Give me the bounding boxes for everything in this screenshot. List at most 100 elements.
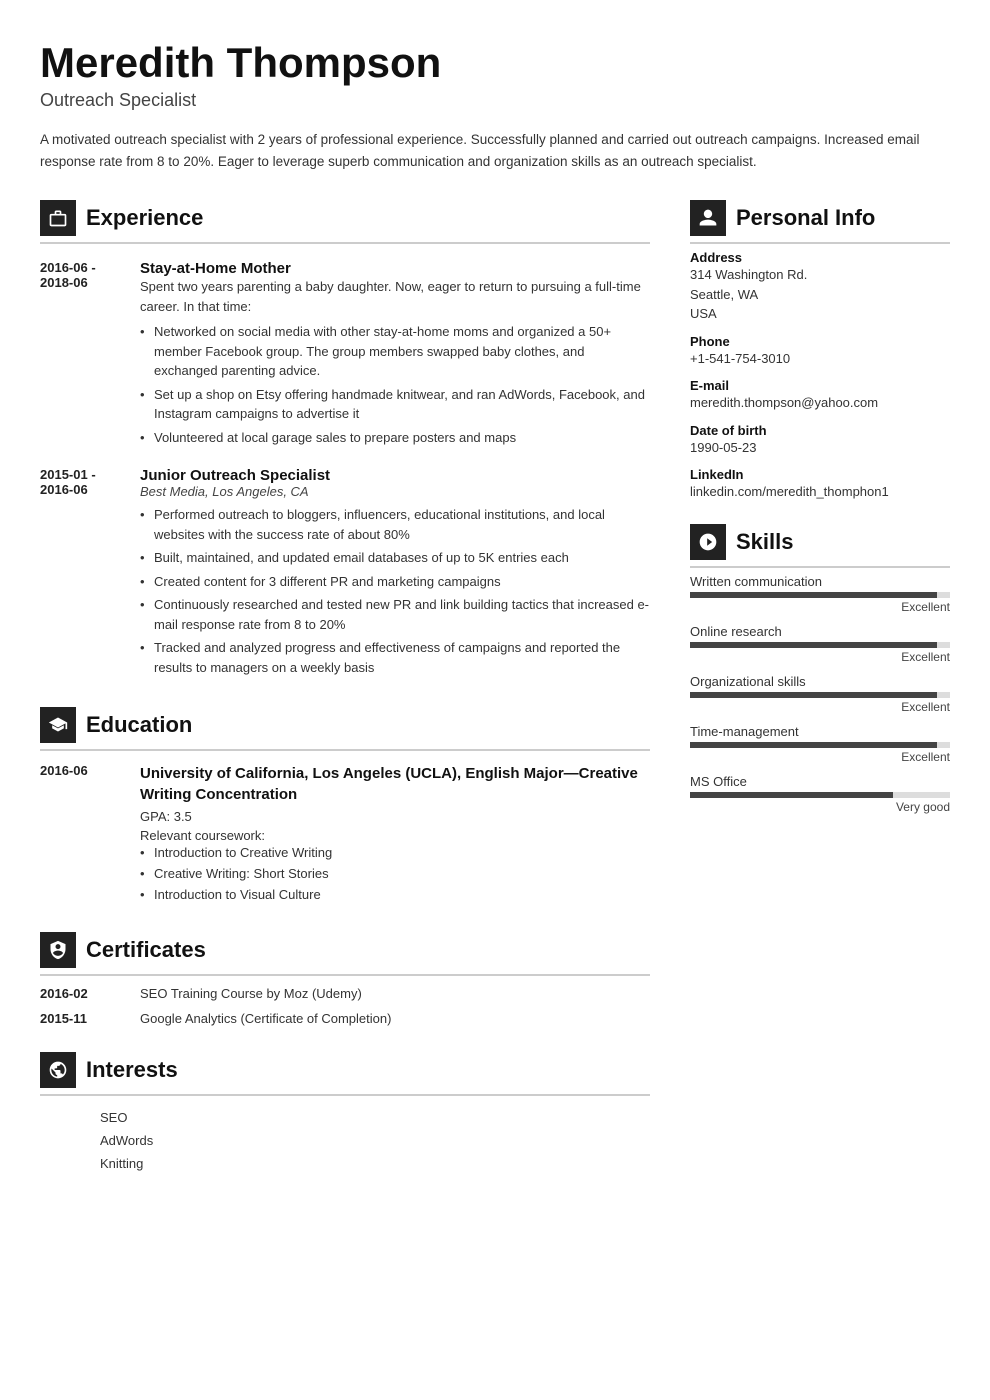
skill-fill-4 (690, 742, 937, 748)
interests-list: SEO AdWords Knitting (40, 1106, 650, 1175)
education-section: Education 2016-06 University of Californ… (40, 707, 650, 905)
header-section: Meredith Thompson Outreach Specialist (40, 40, 950, 111)
skill-written-comm: Written communication Excellent (690, 574, 950, 614)
interests-header: Interests (40, 1052, 650, 1096)
cert-date-2: 2015-11 (40, 1011, 120, 1026)
exp-bullet-2-1: Performed outreach to bloggers, influenc… (140, 505, 650, 544)
skill-bar-3 (690, 692, 950, 698)
resume-page: Meredith Thompson Outreach Specialist A … (0, 0, 990, 1241)
skill-level-4: Excellent (690, 750, 950, 764)
education-header: Education (40, 707, 650, 751)
skill-bar-2 (690, 642, 950, 648)
email-value: meredith.thompson@yahoo.com (690, 393, 950, 413)
education-icon-box (40, 707, 76, 743)
personal-info-label: Personal Info (736, 205, 875, 231)
candidate-title: Outreach Specialist (40, 90, 950, 111)
main-columns: Experience 2016-06 -2018-06 Stay-at-Home… (40, 200, 950, 1200)
interest-seo: SEO (40, 1106, 650, 1129)
interest-adwords: AdWords (40, 1129, 650, 1152)
skill-online-research: Online research Excellent (690, 624, 950, 664)
personal-linkedin: LinkedIn linkedin.com/meredith_thomphon1 (690, 467, 950, 502)
skill-bar-5 (690, 792, 950, 798)
exp-content-2: Junior Outreach Specialist Best Media, L… (140, 467, 650, 681)
exp-bullet-1-3: Volunteered at local garage sales to pre… (140, 428, 650, 448)
exp-bullet-1-2: Set up a shop on Etsy offering handmade … (140, 385, 650, 424)
exp-bullet-1-1: Networked on social media with other sta… (140, 322, 650, 381)
skill-name-4: Time-management (690, 724, 950, 739)
person-icon (698, 208, 718, 228)
skill-name-2: Online research (690, 624, 950, 639)
personal-info-icon-box (690, 200, 726, 236)
address-value: 314 Washington Rd.Seattle, WAUSA (690, 265, 950, 324)
personal-phone: Phone +1-541-754-3010 (690, 334, 950, 369)
interests-label: Interests (86, 1057, 178, 1083)
cert-entry-1: 2016-02 SEO Training Course by Moz (Udem… (40, 986, 650, 1001)
personal-address: Address 314 Washington Rd.Seattle, WAUSA (690, 250, 950, 324)
edu-course-1: Introduction to Creative Writing (140, 843, 650, 864)
skill-name-5: MS Office (690, 774, 950, 789)
skill-level-2: Excellent (690, 650, 950, 664)
exp-content-1: Stay-at-Home Mother Spent two years pare… (140, 260, 650, 451)
education-label: Education (86, 712, 192, 738)
dob-label: Date of birth (690, 423, 950, 438)
skills-label: Skills (736, 529, 793, 555)
certificates-header: Certificates (40, 932, 650, 976)
exp-bullet-2-3: Created content for 3 different PR and m… (140, 572, 650, 592)
edu-gpa-1: GPA: 3.5 (140, 809, 650, 824)
skills-icon-box (690, 524, 726, 560)
exp-date-2: 2015-01 -2016-06 (40, 467, 120, 681)
personal-info-section: Personal Info Address 314 Washington Rd.… (690, 200, 950, 502)
edu-course-3: Introduction to Visual Culture (140, 885, 650, 906)
exp-bullet-2-5: Tracked and analyzed progress and effect… (140, 638, 650, 677)
exp-role-1: Stay-at-Home Mother (140, 260, 650, 277)
skill-name-1: Written communication (690, 574, 950, 589)
exp-bullets-1: Networked on social media with other sta… (140, 322, 650, 447)
linkedin-value: linkedin.com/meredith_thomphon1 (690, 482, 950, 502)
exp-bullet-2-2: Built, maintained, and updated email dat… (140, 548, 650, 568)
personal-info-header: Personal Info (690, 200, 950, 244)
dob-value: 1990-05-23 (690, 438, 950, 458)
certificates-label: Certificates (86, 937, 206, 963)
exp-description-1: Spent two years parenting a baby daughte… (140, 277, 650, 316)
exp-entry-2: 2015-01 -2016-06 Junior Outreach Special… (40, 467, 650, 681)
skill-org-skills: Organizational skills Excellent (690, 674, 950, 714)
linkedin-label: LinkedIn (690, 467, 950, 482)
interest-knitting: Knitting (40, 1152, 650, 1175)
phone-value: +1-541-754-3010 (690, 349, 950, 369)
cert-title-1: SEO Training Course by Moz (Udemy) (140, 986, 362, 1001)
skill-name-3: Organizational skills (690, 674, 950, 689)
skill-fill-5 (690, 792, 893, 798)
exp-company-2: Best Media, Los Angeles, CA (140, 484, 650, 499)
exp-role-2: Junior Outreach Specialist (140, 467, 650, 484)
edu-date-1: 2016-06 (40, 763, 120, 905)
certificate-icon (48, 940, 68, 960)
address-label: Address (690, 250, 950, 265)
exp-entry-1: 2016-06 -2018-06 Stay-at-Home Mother Spe… (40, 260, 650, 451)
skill-fill-1 (690, 592, 937, 598)
candidate-name: Meredith Thompson (40, 40, 950, 86)
graduation-icon (48, 715, 68, 735)
experience-section: Experience 2016-06 -2018-06 Stay-at-Home… (40, 200, 650, 681)
briefcase-icon (48, 208, 68, 228)
edu-courses-1: Introduction to Creative Writing Creativ… (140, 843, 650, 905)
email-label: E-mail (690, 378, 950, 393)
edu-content-1: University of California, Los Angeles (U… (140, 763, 650, 905)
skills-icon (698, 532, 718, 552)
skill-bar-4 (690, 742, 950, 748)
skill-level-1: Excellent (690, 600, 950, 614)
interests-section: Interests SEO AdWords Knitting (40, 1052, 650, 1175)
exp-bullet-2-4: Continuously researched and tested new P… (140, 595, 650, 634)
certificates-section: Certificates 2016-02 SEO Training Course… (40, 932, 650, 1026)
certificates-icon-box (40, 932, 76, 968)
edu-coursework-label: Relevant coursework: (140, 828, 650, 843)
skill-ms-office: MS Office Very good (690, 774, 950, 814)
phone-label: Phone (690, 334, 950, 349)
exp-bullets-2: Performed outreach to bloggers, influenc… (140, 505, 650, 677)
right-column: Personal Info Address 314 Washington Rd.… (690, 200, 950, 1200)
experience-header: Experience (40, 200, 650, 244)
edu-course-2: Creative Writing: Short Stories (140, 864, 650, 885)
experience-icon-box (40, 200, 76, 236)
skills-section: Skills Written communication Excellent O… (690, 524, 950, 814)
experience-label: Experience (86, 205, 203, 231)
skill-level-5: Very good (690, 800, 950, 814)
